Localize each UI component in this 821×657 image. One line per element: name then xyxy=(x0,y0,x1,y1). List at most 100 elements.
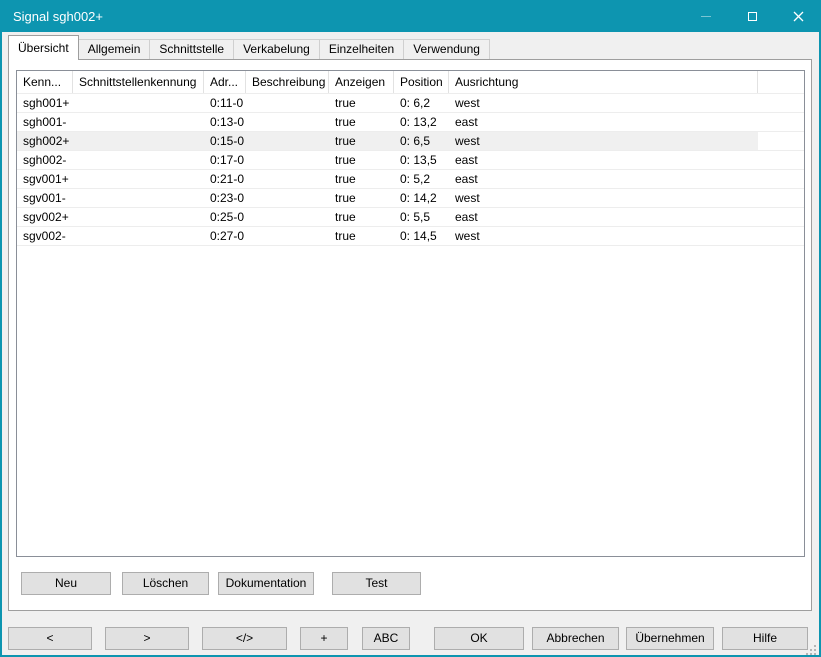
titlebar: Signal sgh002+ xyxy=(0,0,821,32)
cell-filler xyxy=(758,189,804,207)
cell-position: 0: 5,5 xyxy=(394,208,449,226)
cell-adresse: 0:23-0 xyxy=(204,189,246,207)
tab-bar: Übersicht Allgemein Schnittstelle Verkab… xyxy=(8,35,490,60)
add-button[interactable]: + xyxy=(300,627,348,650)
cell-beschreibung xyxy=(246,208,329,226)
cell-position: 0: 5,2 xyxy=(394,170,449,188)
cell-anzeigen: true xyxy=(329,170,394,188)
cell-beschreibung xyxy=(246,132,329,150)
cell-beschreibung xyxy=(246,227,329,245)
table-row[interactable]: sgv001+ 0:21-0 true 0: 5,2 east xyxy=(17,170,804,189)
cell-adresse: 0:17-0 xyxy=(204,151,246,169)
cell-adresse: 0:27-0 xyxy=(204,227,246,245)
table-row[interactable]: sgh001- 0:13-0 true 0: 13,2 east xyxy=(17,113,804,132)
cell-schnittstellenkennung xyxy=(73,151,204,169)
header-position[interactable]: Position xyxy=(394,71,449,93)
hilfe-button[interactable]: Hilfe xyxy=(722,627,808,650)
cell-adresse: 0:15-0 xyxy=(204,132,246,150)
header-beschreibung[interactable]: Beschreibung xyxy=(246,71,329,93)
caption-controls xyxy=(683,0,821,32)
cell-ausrichtung: west xyxy=(449,132,758,150)
cell-kennung: sgh001+ xyxy=(17,94,73,112)
cell-position: 0: 14,5 xyxy=(394,227,449,245)
header-kennung[interactable]: Kenn... xyxy=(17,71,73,93)
cell-filler xyxy=(758,132,804,150)
dokumentation-button[interactable]: Dokumentation xyxy=(218,572,314,595)
code-button[interactable]: </> xyxy=(202,627,287,650)
cell-filler xyxy=(758,227,804,245)
cell-beschreibung xyxy=(246,189,329,207)
header-schnittstellenkennung[interactable]: Schnittstellenkennung xyxy=(73,71,204,93)
cell-ausrichtung: east xyxy=(449,170,758,188)
tab-einzelheiten[interactable]: Einzelheiten xyxy=(319,39,404,59)
cell-filler xyxy=(758,151,804,169)
cell-kennung: sgv002+ xyxy=(17,208,73,226)
cell-anzeigen: true xyxy=(329,113,394,131)
table-row[interactable]: sgv002- 0:27-0 true 0: 14,5 west xyxy=(17,227,804,246)
tab-schnittstelle[interactable]: Schnittstelle xyxy=(149,39,234,59)
cell-adresse: 0:25-0 xyxy=(204,208,246,226)
signal-table: Kenn... Schnittstellenkennung Adr... Bes… xyxy=(16,70,805,557)
cell-ausrichtung: east xyxy=(449,208,758,226)
maximize-button[interactable] xyxy=(729,0,775,32)
cell-schnittstellenkennung xyxy=(73,132,204,150)
cell-kennung: sgv001- xyxy=(17,189,73,207)
header-adresse[interactable]: Adr... xyxy=(204,71,246,93)
cell-kennung: sgh002- xyxy=(17,151,73,169)
cell-ausrichtung: west xyxy=(449,94,758,112)
cell-schnittstellenkennung xyxy=(73,94,204,112)
cell-ausrichtung: west xyxy=(449,227,758,245)
table-row[interactable]: sgh002- 0:17-0 true 0: 13,5 east xyxy=(17,151,804,170)
table-row[interactable]: sgh001+ 0:11-0 true 0: 6,2 west xyxy=(17,94,804,113)
cell-ausrichtung: west xyxy=(449,189,758,207)
cell-beschreibung xyxy=(246,170,329,188)
maximize-icon xyxy=(748,12,757,21)
nav-forward-button[interactable]: > xyxy=(105,627,189,650)
abc-button[interactable]: ABC xyxy=(362,627,410,650)
cell-anzeigen: true xyxy=(329,227,394,245)
cell-anzeigen: true xyxy=(329,151,394,169)
cell-anzeigen: true xyxy=(329,132,394,150)
header-ausrichtung[interactable]: Ausrichtung xyxy=(449,71,758,93)
tab-uebersicht[interactable]: Übersicht xyxy=(8,35,79,60)
tab-verwendung[interactable]: Verwendung xyxy=(403,39,490,59)
neu-button[interactable]: Neu xyxy=(21,572,111,595)
cell-position: 0: 13,2 xyxy=(394,113,449,131)
table-row[interactable]: sgv002+ 0:25-0 true 0: 5,5 east xyxy=(17,208,804,227)
table-row-selected[interactable]: sgh002+ 0:15-0 true 0: 6,5 west xyxy=(17,132,804,151)
minimize-button[interactable] xyxy=(683,0,729,32)
cell-kennung: sgv001+ xyxy=(17,170,73,188)
cell-filler xyxy=(758,170,804,188)
cell-kennung: sgh001- xyxy=(17,113,73,131)
resize-grip-icon xyxy=(806,645,816,655)
header-filler xyxy=(758,71,804,93)
client-area: Übersicht Allgemein Schnittstelle Verkab… xyxy=(2,32,819,655)
cell-schnittstellenkennung xyxy=(73,113,204,131)
ok-button[interactable]: OK xyxy=(434,627,524,650)
nav-back-button[interactable]: < xyxy=(8,627,92,650)
cell-adresse: 0:13-0 xyxy=(204,113,246,131)
cell-position: 0: 6,5 xyxy=(394,132,449,150)
cell-filler xyxy=(758,113,804,131)
abbrechen-button[interactable]: Abbrechen xyxy=(532,627,619,650)
tab-allgemein[interactable]: Allgemein xyxy=(78,39,151,59)
cell-adresse: 0:11-0 xyxy=(204,94,246,112)
window-title: Signal sgh002+ xyxy=(0,9,103,24)
minimize-icon xyxy=(701,16,711,17)
header-anzeigen[interactable]: Anzeigen xyxy=(329,71,394,93)
table-row[interactable]: sgv001- 0:23-0 true 0: 14,2 west xyxy=(17,189,804,208)
cell-schnittstellenkennung xyxy=(73,227,204,245)
loeschen-button[interactable]: Löschen xyxy=(122,572,209,595)
cell-kennung: sgv002- xyxy=(17,227,73,245)
cell-filler xyxy=(758,208,804,226)
cell-schnittstellenkennung xyxy=(73,189,204,207)
resize-grip[interactable] xyxy=(806,642,816,652)
table-header: Kenn... Schnittstellenkennung Adr... Bes… xyxy=(17,71,804,94)
cell-schnittstellenkennung xyxy=(73,208,204,226)
cell-beschreibung xyxy=(246,94,329,112)
cell-kennung: sgh002+ xyxy=(17,132,73,150)
close-button[interactable] xyxy=(775,0,821,32)
tab-verkabelung[interactable]: Verkabelung xyxy=(233,39,320,59)
uebernehmen-button[interactable]: Übernehmen xyxy=(626,627,714,650)
test-button[interactable]: Test xyxy=(332,572,421,595)
